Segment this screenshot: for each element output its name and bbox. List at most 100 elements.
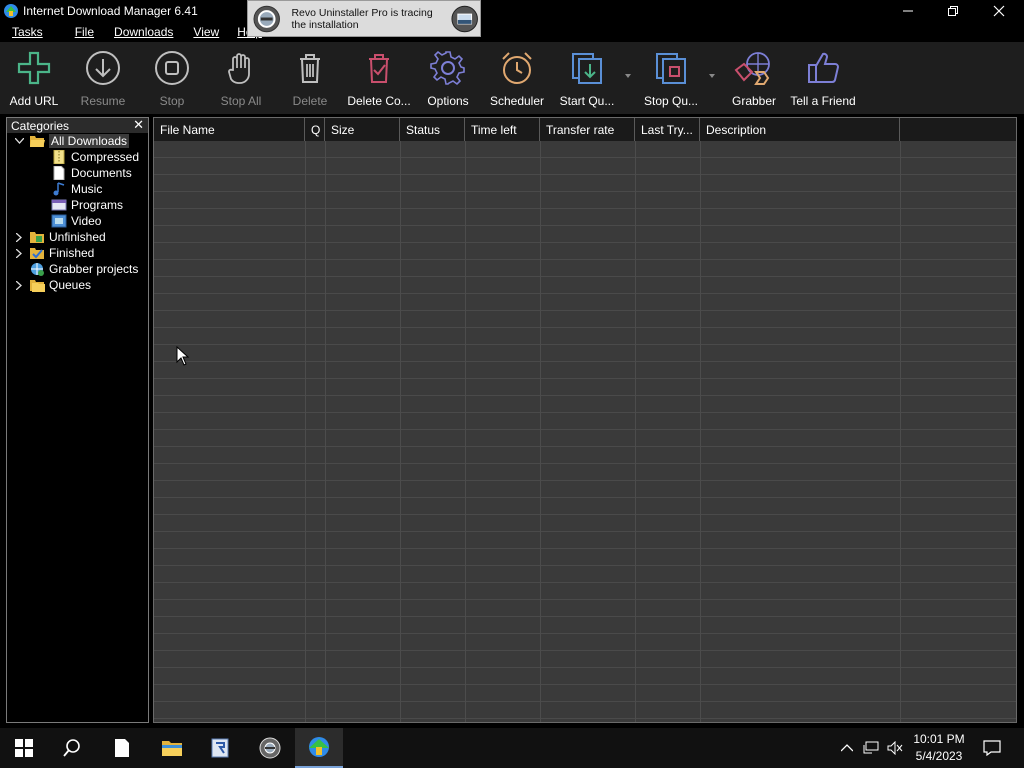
options-icon (430, 50, 465, 86)
start-queue-dropdown-icon[interactable] (625, 74, 631, 78)
add-url-button[interactable]: Add URL (8, 48, 60, 110)
grid-divider (540, 141, 541, 722)
category-all-downloads[interactable]: All Downloads (13, 133, 130, 149)
category-label: Programs (71, 198, 124, 212)
column-transfer-rate[interactable]: Transfer rate (540, 118, 635, 141)
idm-taskbar-button[interactable] (295, 728, 343, 768)
revo-tracing-taskbar-button[interactable] (246, 728, 294, 768)
category-music[interactable]: Music (51, 181, 102, 197)
column-time-left[interactable]: Time left (465, 118, 540, 141)
category-label: All Downloads (49, 134, 130, 148)
list-rows[interactable] (154, 141, 1016, 722)
network-icon (863, 741, 879, 754)
grid-divider (325, 141, 326, 722)
revo-text-line1: Revo Uninstaller Pro is tracing (291, 6, 433, 19)
taskbar-clock[interactable]: 10:01 PM 5/4/2023 (905, 731, 973, 765)
category-unfinished[interactable]: Unfinished (13, 229, 106, 245)
column-file-name[interactable]: File Name (154, 118, 305, 141)
network-tray-button[interactable] (860, 728, 882, 768)
tell-a-friend-button[interactable]: Tell a Friend (790, 48, 856, 110)
grabber-button[interactable]: Grabber (728, 48, 780, 110)
stop-button[interactable]: Stop (147, 48, 197, 110)
stop-queue-button[interactable]: Stop Qu... (642, 48, 700, 110)
add-url-icon (17, 51, 51, 85)
category-programs[interactable]: Programs (51, 197, 123, 213)
options-button[interactable]: Options (424, 48, 472, 110)
minimize-icon (903, 10, 913, 12)
category-compressed[interactable]: Compressed (51, 149, 139, 165)
window-title: Internet Download Manager 6.41 (23, 4, 198, 18)
search-button[interactable] (48, 728, 96, 768)
scheduler-icon (502, 52, 532, 84)
close-window-button[interactable] (976, 0, 1022, 22)
category-grabber-projects[interactable]: Grabber projects (29, 261, 138, 277)
menu-tasks[interactable]: Tasks (12, 25, 43, 39)
stop-icon (155, 51, 189, 85)
chevron-right-icon[interactable] (13, 247, 25, 259)
clock-time: 10:01 PM (913, 732, 965, 746)
add-url-label: Add URL (9, 94, 59, 108)
chevron-down-icon[interactable] (13, 135, 25, 147)
revo-tracing-icon (253, 5, 280, 32)
revo-tracing-popup[interactable]: Revo Uninstaller Pro is tracing the inst… (247, 0, 481, 37)
categories-panel: Categories ✕ All Downloads Compressed Do… (6, 117, 149, 723)
category-video[interactable]: Video (51, 213, 101, 229)
menu-file[interactable]: File (75, 25, 94, 39)
start-queue-button[interactable]: Start Qu... (558, 48, 616, 110)
download-list[interactable]: File Name Q Size Status Time left Transf… (153, 117, 1017, 723)
title-bar: Internet Download Manager 6.41 (0, 0, 1024, 22)
revo-tracing-icon (259, 737, 281, 759)
volume-tray-button[interactable] (884, 728, 906, 768)
compressed-icon (53, 150, 65, 164)
categories-title: Categories (11, 118, 70, 133)
chevron-up-icon (841, 744, 853, 752)
delete-button[interactable]: Delete (285, 48, 335, 110)
search-icon (63, 739, 80, 757)
minimize-button[interactable] (885, 0, 931, 22)
chevron-right-icon[interactable] (13, 231, 25, 243)
document-icon (53, 166, 65, 180)
column-size[interactable]: Size (325, 118, 400, 141)
menu-downloads[interactable]: Downloads (114, 25, 173, 39)
grid-divider (900, 141, 901, 722)
resume-button[interactable]: Resume (78, 48, 128, 110)
stop-queue-dropdown-icon[interactable] (709, 74, 715, 78)
delete-completed-label: Delete Co... (347, 94, 411, 108)
video-icon (51, 214, 67, 228)
revo-uninstaller-icon (211, 738, 229, 758)
action-center-button[interactable] (980, 728, 1004, 768)
category-label: Compressed (71, 150, 140, 164)
category-label: Unfinished (49, 230, 106, 244)
menu-view[interactable]: View (193, 25, 219, 39)
stop-all-button[interactable]: Stop All (216, 48, 266, 110)
scheduler-button[interactable]: Scheduler (488, 48, 546, 110)
notification-icon (983, 740, 1001, 756)
category-finished[interactable]: Finished (13, 245, 94, 261)
column-status[interactable]: Status (400, 118, 465, 141)
delete-completed-button[interactable]: Delete Co... (346, 48, 412, 110)
column-last-try[interactable]: Last Try... (635, 118, 700, 141)
column-description[interactable]: Description (700, 118, 900, 141)
stop-all-icon (228, 53, 250, 84)
resume-label: Resume (80, 94, 126, 108)
close-icon (993, 5, 1005, 17)
restore-button[interactable] (930, 0, 976, 22)
notepad-icon (115, 739, 129, 757)
category-label: Grabber projects (49, 262, 139, 276)
category-queues[interactable]: Queues (13, 277, 91, 293)
revo-uninstaller-taskbar-button[interactable] (196, 728, 244, 768)
close-categories-icon[interactable]: ✕ (133, 118, 144, 131)
file-explorer-taskbar-button[interactable] (148, 728, 196, 768)
column-queue[interactable]: Q (305, 118, 325, 141)
notepad-taskbar-button[interactable] (98, 728, 146, 768)
start-button[interactable] (0, 728, 48, 768)
grabber-icon (734, 52, 770, 85)
category-documents[interactable]: Documents (51, 165, 132, 181)
idm-app-icon (4, 4, 18, 18)
show-hidden-icons-button[interactable] (838, 728, 856, 768)
grabber-projects-icon (31, 263, 44, 276)
revo-stop-tracing-icon[interactable] (449, 4, 480, 34)
idm-icon (309, 737, 329, 757)
chevron-right-icon[interactable] (13, 279, 25, 291)
program-icon (51, 199, 67, 211)
